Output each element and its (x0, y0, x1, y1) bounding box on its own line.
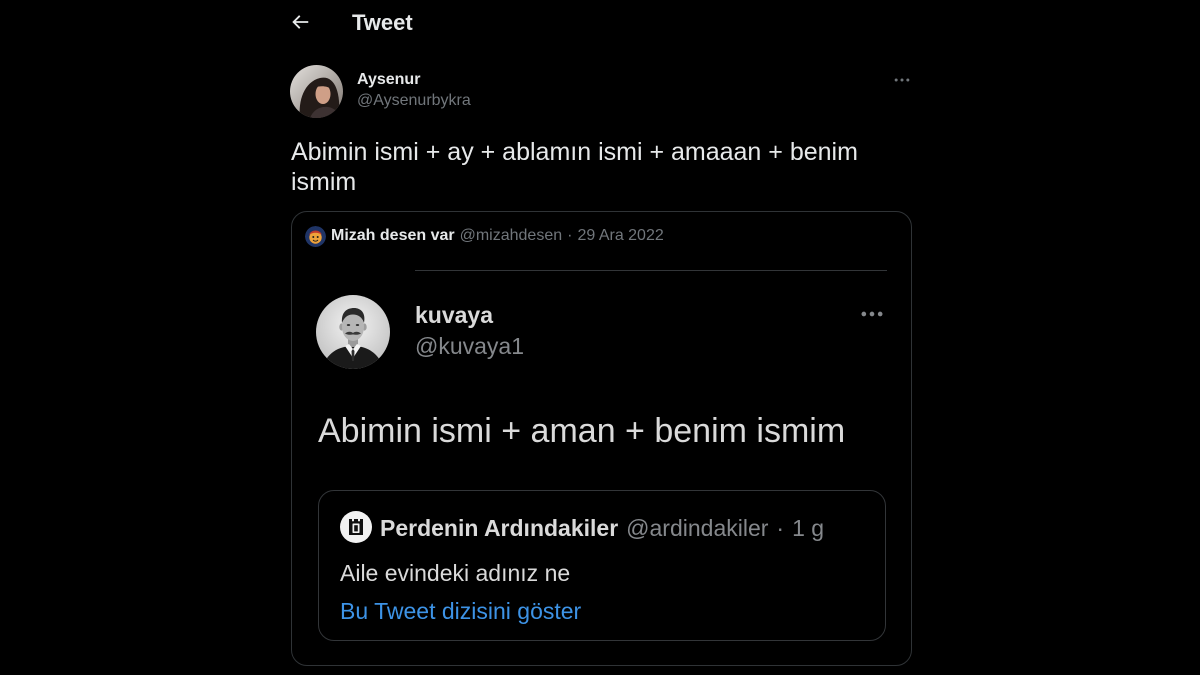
image-quoted-author-avatar (340, 511, 372, 543)
image-quoted-tweet-header: Perdenin Ardındakiler @ardindakiler · 1 … (380, 514, 824, 542)
thread-divider (415, 270, 887, 271)
tweet-text: Abimin ismi + ay + ablamın ismi + amaaan… (291, 138, 858, 196)
image-quoted-tweet-time: 1 g (792, 515, 825, 541)
page-title: Tweet (352, 10, 413, 35)
image-quoted-author-name: Perdenin Ardındakiler (380, 515, 619, 541)
image-author-avatar (316, 295, 390, 369)
avatar-photo (290, 65, 343, 118)
avatar[interactable] (290, 65, 343, 118)
image-more-button (858, 300, 886, 328)
quoted-author-handle: @mizahdesen (459, 227, 563, 244)
back-button[interactable] (287, 9, 313, 35)
separator-dot: · (567, 227, 573, 244)
image-author-name: kuvaya (415, 302, 494, 328)
quoted-tweet-date: 29 Ara 2022 (577, 227, 664, 244)
author-handle[interactable]: @Aysenurbykra (357, 91, 471, 111)
portrait-photo (316, 295, 390, 369)
quoted-author-avatar (305, 226, 326, 247)
image-author-handle: @kuvaya1 (415, 333, 525, 359)
quoted-tweet-image[interactable]: kuvaya @kuvaya1 Abimin ismi + aman + ben… (292, 252, 911, 665)
avatar-photo (305, 226, 326, 247)
more-button[interactable] (892, 70, 912, 90)
quoted-author-name: Mizah desen var (331, 227, 455, 244)
arrow-left-icon (292, 15, 309, 29)
image-quoted-author-handle: @ardindakiler (626, 515, 769, 541)
show-thread-link: Bu Tweet dizisini göster (340, 598, 582, 624)
separator-dot: · (776, 515, 785, 541)
castle-logo-icon (340, 511, 372, 543)
more-icon (894, 78, 910, 82)
author-name[interactable]: Aysenur (357, 70, 420, 90)
image-tweet-text: Abimin ismi + aman + benim ismim (318, 412, 846, 450)
quoted-tweet-header: Mizah desen var @mizahdesen · 29 Ara 202… (331, 226, 664, 246)
image-quoted-tweet-card: Perdenin Ardındakiler @ardindakiler · 1 … (318, 490, 886, 641)
quoted-tweet-card[interactable]: Mizah desen var @mizahdesen · 29 Ara 202… (291, 211, 912, 666)
image-quoted-tweet-text: Aile evindeki adınız ne (340, 560, 571, 586)
more-icon (861, 311, 883, 317)
